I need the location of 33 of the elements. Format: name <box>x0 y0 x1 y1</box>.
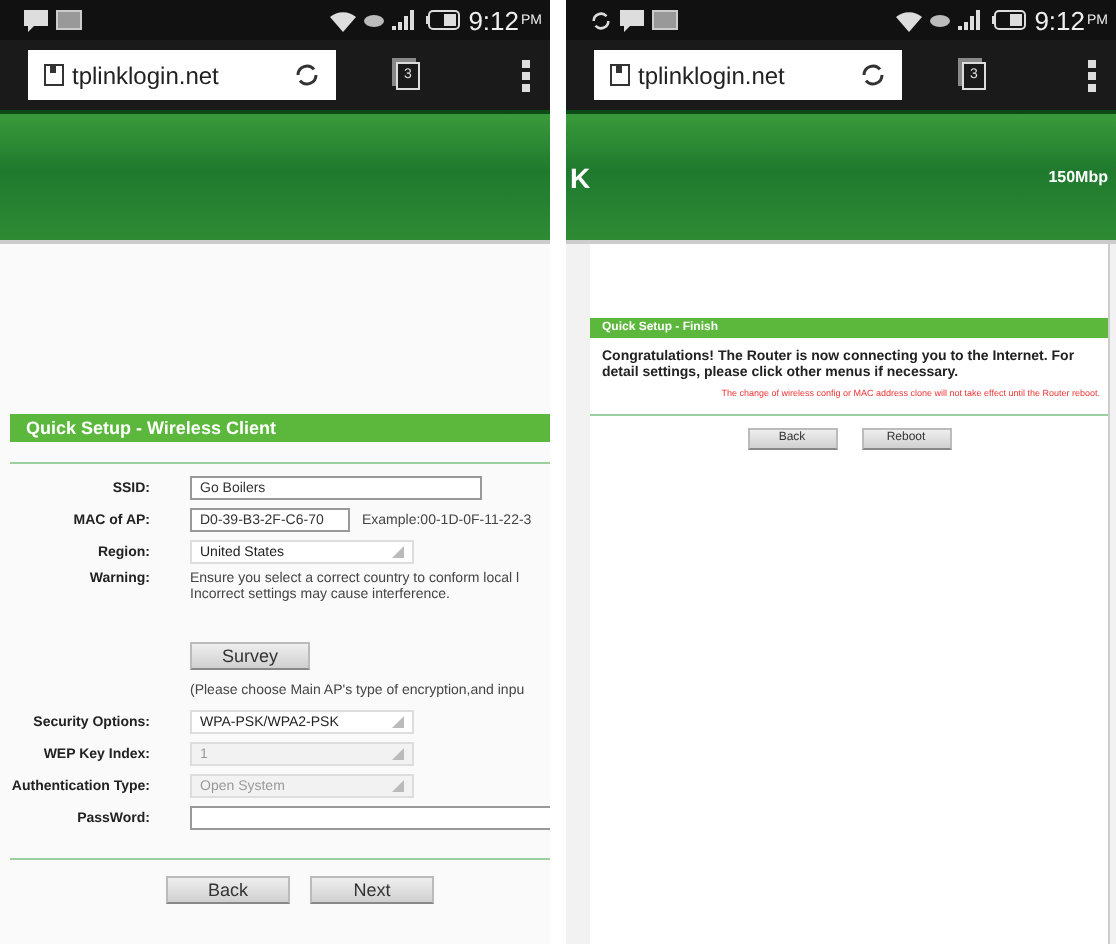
resize-grip-icon <box>392 748 404 760</box>
reload-icon[interactable] <box>294 62 320 88</box>
address-field[interactable]: tplinklogin.net <box>28 50 336 100</box>
image-icon <box>652 10 678 30</box>
survey-button[interactable]: Survey <box>190 642 310 670</box>
resize-grip-icon <box>392 546 404 558</box>
message-icon <box>620 9 644 31</box>
reload-icon[interactable] <box>860 62 886 88</box>
page-icon <box>610 64 630 86</box>
image-icon <box>56 10 82 30</box>
wifi-icon <box>896 9 923 31</box>
action-button[interactable]: Next <box>310 876 434 904</box>
action-button[interactable]: Back <box>166 876 290 904</box>
message-icon <box>24 9 48 31</box>
wifi-icon <box>330 9 357 31</box>
status-time: 9:12 <box>1034 5 1085 35</box>
network-icon <box>930 13 951 27</box>
status-time: 9:12 <box>468 5 519 35</box>
resize-grip-icon <box>392 716 404 728</box>
signal-icon <box>958 10 985 30</box>
resize-grip-icon <box>392 780 404 792</box>
section-title: Quick Setup - Wireless Client <box>10 414 550 442</box>
menu-icon[interactable] <box>522 59 530 91</box>
speed-label: 150Mbp <box>1048 168 1108 186</box>
address-field[interactable]: tplinklogin.net <box>594 50 902 100</box>
logo-fragment: K <box>570 161 591 193</box>
page-icon <box>44 64 64 86</box>
menu-icon[interactable] <box>1088 59 1096 91</box>
password-field[interactable] <box>190 806 550 830</box>
battery-icon <box>992 10 1027 30</box>
battery-icon <box>426 10 461 30</box>
network-icon <box>364 13 385 27</box>
signal-icon <box>392 10 419 30</box>
